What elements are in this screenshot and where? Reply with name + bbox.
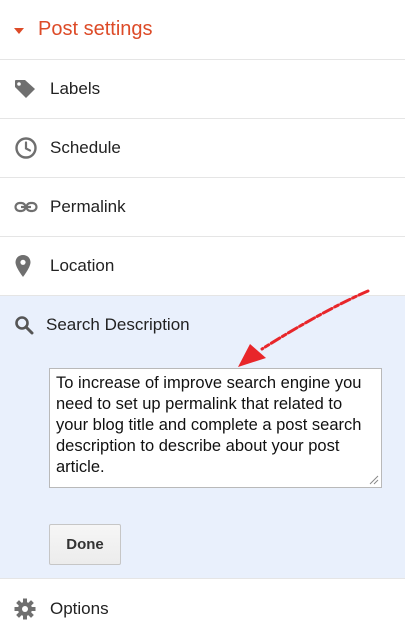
- gear-icon: [14, 597, 40, 621]
- options-label: Options: [50, 598, 109, 618]
- link-icon: [14, 195, 40, 219]
- labels-label: Labels: [50, 79, 101, 98]
- search-description-label: Search Description: [46, 315, 190, 334]
- schedule-label: Schedule: [50, 138, 121, 157]
- sidebar-item-permalink[interactable]: Permalink: [0, 178, 405, 237]
- search-description-textarea[interactable]: To increase of improve search engine you…: [49, 368, 382, 488]
- sidebar-item-labels[interactable]: Labels: [0, 60, 405, 119]
- search-icon: [14, 313, 38, 337]
- location-label: Location: [50, 256, 115, 275]
- permalink-label: Permalink: [50, 197, 126, 216]
- post-settings-header[interactable]: Post settings: [0, 0, 405, 60]
- post-settings-title: Post settings: [38, 18, 153, 40]
- sidebar-item-location[interactable]: Location: [0, 237, 405, 296]
- map-pin-icon: [14, 254, 40, 278]
- done-button[interactable]: Done: [49, 524, 121, 565]
- search-description-header[interactable]: Search Description: [0, 296, 405, 354]
- post-settings-panel: Post settings Labels Schedule Permalink …: [0, 0, 405, 638]
- sidebar-item-options[interactable]: Options: [0, 579, 405, 638]
- sidebar-item-schedule[interactable]: Schedule: [0, 119, 405, 178]
- clock-icon: [14, 136, 40, 160]
- search-description-section: Search Description To increase of improv…: [0, 296, 405, 579]
- caret-down-icon[interactable]: [14, 27, 24, 34]
- tag-icon: [14, 77, 40, 101]
